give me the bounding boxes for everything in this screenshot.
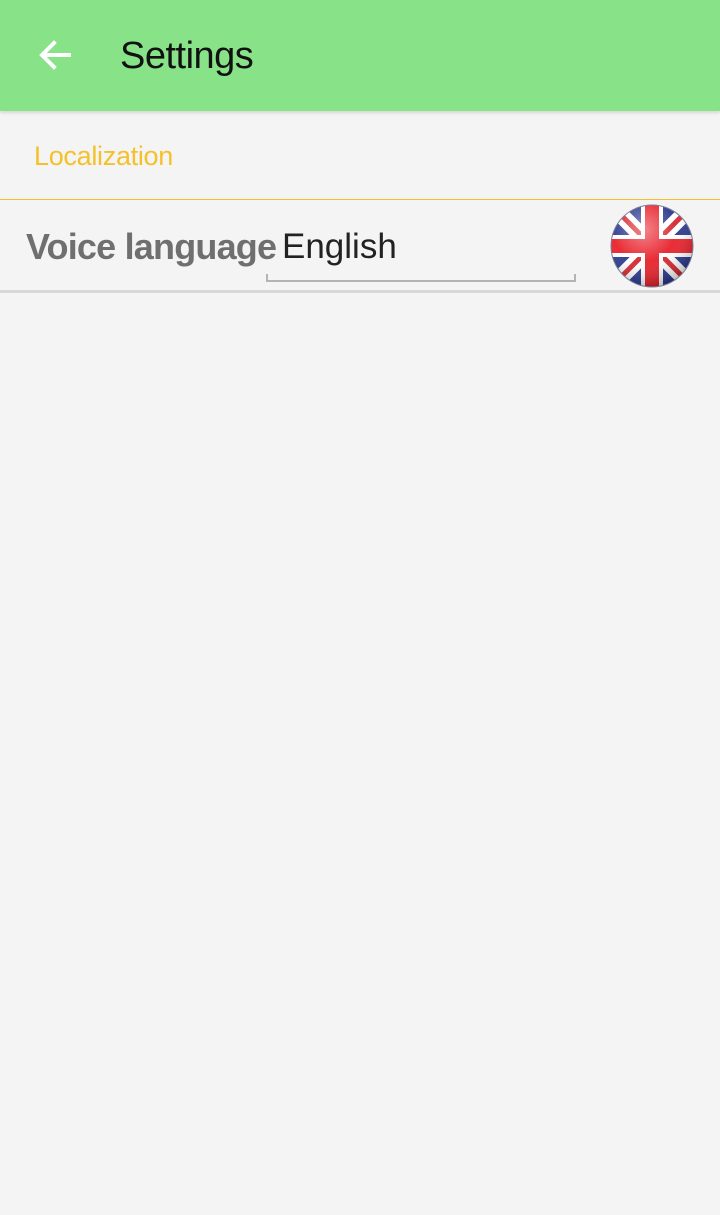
voice-language-row: Voice language English [0, 200, 720, 290]
page-title: Settings [120, 35, 254, 77]
row-divider [0, 290, 720, 293]
spinner-tick-right [574, 274, 576, 282]
section-title-localization: Localization [34, 141, 173, 171]
arrow-back-icon [39, 40, 71, 70]
spinner-underline [266, 280, 576, 282]
voice-language-spinner[interactable]: English [266, 220, 576, 282]
app-bar: Settings [0, 0, 720, 111]
back-button[interactable] [22, 22, 88, 88]
voice-language-label: Voice language [26, 226, 277, 267]
spinner-tick-left [266, 274, 268, 282]
uk-flag-icon [610, 204, 694, 288]
voice-language-value: English [282, 227, 397, 266]
